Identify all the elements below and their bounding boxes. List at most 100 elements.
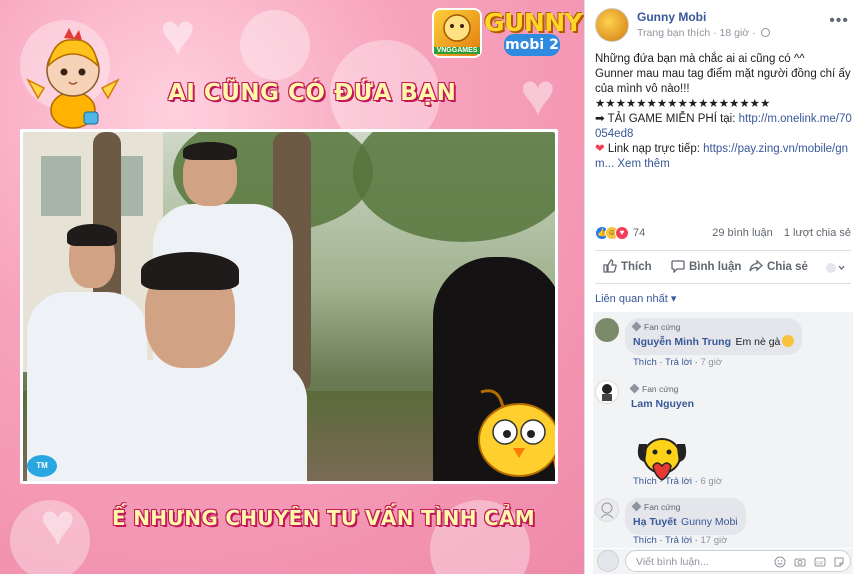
like-button[interactable]: Thích	[603, 259, 652, 273]
fan-badge: Fan cứng	[631, 321, 794, 332]
comment-icon	[671, 260, 685, 274]
comment-label: Bình luận	[689, 261, 742, 273]
comment-placeholder: Viết bình luận...	[636, 556, 709, 568]
comment-item: Fan cứng Lam Nguyen Thích · Trả lời · 6 …	[593, 374, 853, 492]
comment-item: Fan cứng Hạ Tuyết Gunny Mobi Thích · Trả…	[593, 492, 853, 548]
comments-count-link[interactable]: 29 bình luận	[712, 227, 773, 239]
page-avatar[interactable]	[595, 8, 629, 42]
share-button[interactable]: Chia sẻ	[749, 259, 808, 273]
comment-author-link[interactable]: Lam Nguyen	[631, 398, 694, 410]
vng-games-logo: VNGGAMES	[432, 8, 482, 58]
heart-icon: ❤	[595, 143, 605, 155]
see-more-link[interactable]: Xem thêm	[617, 158, 669, 170]
comment-input[interactable]: Viết bình luận... GIF	[625, 550, 851, 572]
globe-icon	[760, 28, 770, 37]
comment-author-link[interactable]: Nguyễn Minh Trung	[633, 336, 731, 348]
sort-label: Liên quan nhất	[595, 293, 668, 305]
badge-icon	[629, 383, 640, 394]
post-body: Những đứa bạn mà chắc ai ai cũng có ^^ G…	[595, 52, 853, 172]
comment-text: Em nè gà	[735, 336, 781, 348]
post-stars: ★★★★★★★★★★★★★★★★★	[595, 98, 771, 110]
svg-text:GIF: GIF	[816, 561, 824, 566]
comment-time[interactable]: 6 giờ	[701, 476, 723, 487]
person-shirt	[77, 360, 307, 481]
more-icon[interactable]: •••	[829, 12, 849, 30]
comment-author-link[interactable]: Hạ Tuyết	[633, 516, 677, 528]
comment-like-link[interactable]: Thích	[633, 535, 657, 546]
post-panel: Gunny Mobi Trang bạn thích · 18 giờ · ••…	[584, 0, 860, 574]
fan-badge: Fan cứng	[629, 383, 694, 394]
love-reaction-icon[interactable]: ♥	[615, 226, 629, 240]
comment-bubble: Fan cứng Nguyễn Minh Trung Em nè gà	[625, 318, 803, 355]
top-caption: AI CŨNG CÓ ĐỨA BẠN	[168, 80, 457, 106]
avatar[interactable]	[595, 318, 619, 342]
fan-badge-label: Fan cứng	[644, 502, 681, 512]
avatar[interactable]	[595, 498, 619, 522]
shares-count-link[interactable]: 1 lượt chia sẻ	[784, 227, 851, 239]
video-frame[interactable]: TM	[20, 129, 558, 484]
post-header: Gunny Mobi Trang bạn thích · 18 giờ · ••…	[595, 8, 851, 44]
sticker-icon[interactable]	[833, 556, 845, 568]
comment-time[interactable]: 17 giờ	[701, 535, 728, 546]
share-options-button[interactable]	[825, 261, 845, 275]
avatar	[597, 550, 619, 572]
tagged-page-link[interactable]: Gunny Mobi	[681, 516, 738, 528]
avatar-character-icon	[600, 502, 614, 519]
comment-time[interactable]: 7 giờ	[701, 357, 723, 368]
post-text-line: Những đứa bạn mà chắc ai ai cũng có ^^	[595, 53, 805, 65]
avatar[interactable]	[595, 380, 619, 404]
comment-item: Fan cứng Nguyễn Minh Trung Em nè gà Thíc…	[593, 312, 853, 370]
comment-bubble: Fan cứng Hạ Tuyết Gunny Mobi	[625, 498, 746, 535]
comment-actions: Thích · Trả lời · 6 giờ	[633, 476, 723, 487]
comment-actions: Thích · Trả lời · 17 giờ	[633, 535, 728, 546]
scene-foliage	[353, 132, 555, 242]
comment-like-link[interactable]: Thích	[633, 476, 657, 487]
person-hair	[141, 252, 239, 290]
fan-badge-label: Fan cứng	[644, 322, 681, 332]
like-icon	[603, 259, 617, 273]
gunny-logo-sub: mobi 2	[504, 34, 560, 56]
comments-list: Fan cứng Nguyễn Minh Trung Em nè gà Thíc…	[593, 312, 853, 548]
topup-prefix: Link nạp trực tiếp:	[604, 143, 704, 155]
fan-badge-label: Fan cứng	[642, 384, 679, 394]
game-character-icon	[443, 14, 471, 42]
avatar-character-icon	[602, 384, 612, 401]
action-bar: Thích Bình luận Chia sẻ	[595, 250, 851, 284]
chevron-down-icon	[826, 263, 845, 273]
post-download-line: ➡ TẢI GAME MIỄN PHÍ tại: http://m.onelin…	[595, 112, 853, 142]
share-icon	[749, 259, 763, 272]
post-meta: Trang bạn thích · 18 giờ ·	[637, 27, 770, 39]
chick-mascot-image	[26, 28, 120, 129]
comment-composer: Viết bình luận... GIF	[593, 549, 853, 574]
comment-sort-dropdown[interactable]: Liên quan nhất ▾	[595, 292, 676, 305]
person-hair	[183, 142, 237, 160]
badge-icon	[631, 321, 642, 332]
bottom-caption: Ế NHƯNG CHUYÊN TƯ VẤN TÌNH CẢM	[112, 506, 535, 530]
watermark-logo: TM	[27, 455, 57, 477]
fan-badge: Fan cứng	[631, 501, 738, 512]
bokeh-decoration	[240, 10, 310, 80]
download-prefix: ➡ TẢI GAME MIỄN PHÍ tại:	[595, 113, 739, 125]
person-hair	[67, 224, 117, 246]
emoji-icon[interactable]	[774, 556, 786, 568]
badge-icon	[631, 501, 642, 512]
gunny-logo-word: GUNNY	[484, 8, 583, 37]
comment-reply-link[interactable]: Trả lời	[665, 357, 692, 368]
comment-bubble: Fan cứng Lam Nguyen	[625, 380, 702, 417]
reactions-row: 👍 ☺ ♥ 74 29 bình luận 1 lượt chia sẻ	[595, 225, 851, 243]
comment-reply-link[interactable]: Trả lời	[665, 535, 692, 546]
gif-icon[interactable]: GIF	[814, 556, 826, 568]
comment-button[interactable]: Bình luận	[671, 259, 742, 274]
meta-prefix: Trang bạn thích	[637, 27, 711, 39]
reaction-count[interactable]: 74	[633, 227, 645, 239]
post-time-link[interactable]: 18 giờ	[720, 27, 750, 39]
comment-reply-link[interactable]: Trả lời	[665, 476, 692, 487]
comment-actions: Thích · Trả lời · 7 giờ	[633, 357, 723, 368]
comment-like-link[interactable]: Thích	[633, 357, 657, 368]
post-media[interactable]: ♥ ♥ ♥ VNGGAMES GUNNY mobi 2 AI CŨNG CÓ Đ…	[0, 0, 584, 574]
heart-decoration: ♥	[160, 1, 196, 68]
page-name-link[interactable]: Gunny Mobi	[637, 10, 706, 24]
smile-emoji-icon	[782, 335, 795, 347]
camera-icon[interactable]	[794, 556, 806, 568]
chick-sticker-image	[478, 389, 555, 477]
